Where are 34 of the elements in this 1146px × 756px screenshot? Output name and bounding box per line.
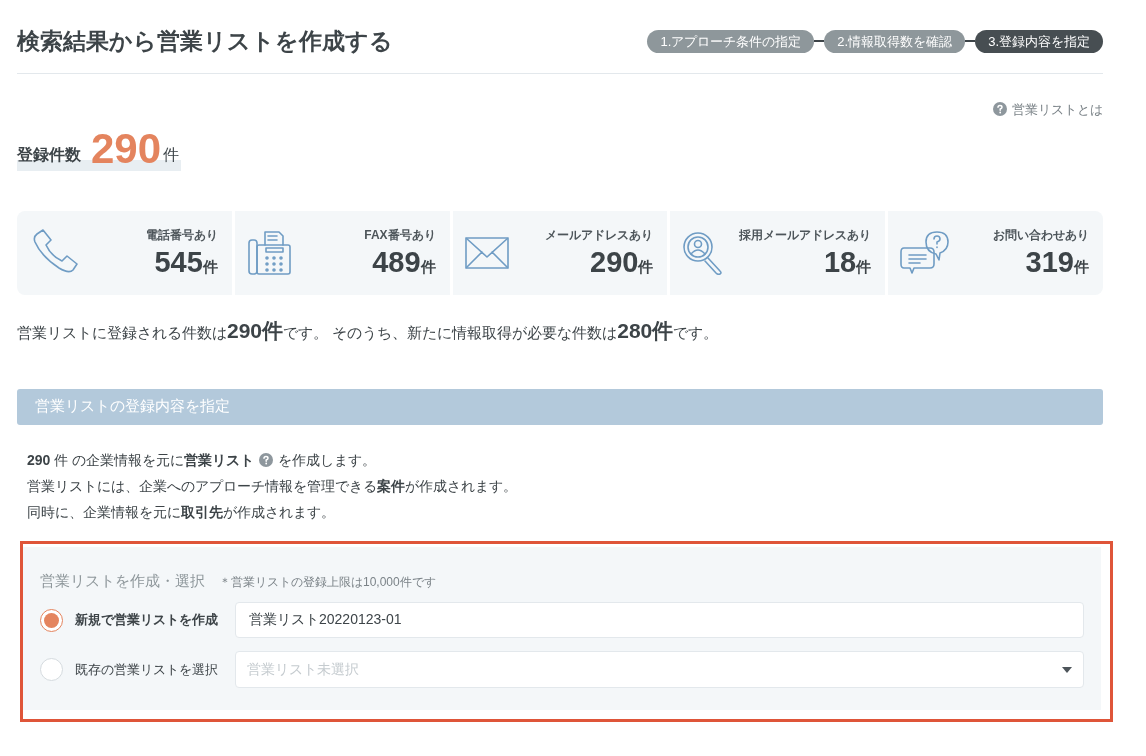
radio-button[interactable] <box>40 608 63 632</box>
stat-label: 採用メールアドレスあり <box>739 227 872 244</box>
option-label: 新規で営業リストを作成 <box>75 611 219 630</box>
caret-icon <box>1062 666 1072 673</box>
help-link[interactable]: 営業リストとは <box>993 99 1103 119</box>
list-name-field[interactable]: 営業リスト20220123-01 <box>235 602 1084 638</box>
step-pill: 2.情報取得数を確認 <box>824 29 966 53</box>
stat-label: FAX番号あり <box>364 227 436 244</box>
description-text: 営業リストには、企業へのアプローチ情報を管理できる案件が作成されます。 <box>27 476 518 496</box>
stat-label: お問い合わせあり <box>993 227 1089 244</box>
stat-value: 290件 <box>590 245 654 280</box>
stat-value: 18件 <box>823 245 872 280</box>
help-icon <box>259 452 274 467</box>
form-title: 営業リストを作成・選択 <box>40 570 205 591</box>
intro-text-end: を作成します。 <box>278 450 377 470</box>
fax-icon <box>246 230 293 276</box>
option-label: 既存の営業リストを選択 <box>75 660 219 679</box>
person-search-icon <box>682 231 725 275</box>
chat-question-icon <box>900 230 951 276</box>
section-header: 営業リストの登録内容を指定 <box>17 388 1103 425</box>
envelope-icon <box>464 237 509 269</box>
help-icon <box>993 102 1007 117</box>
stat-label: メールアドレスあり <box>545 227 654 244</box>
page-title: 検索結果から営業リストを作成する <box>17 27 393 56</box>
intro-text: 290 件 の企業情報を元に営業リスト <box>27 450 255 470</box>
step-pill: 1.アプローチ条件の指定 <box>647 29 815 53</box>
stat-value: 489件 <box>372 245 436 280</box>
stat-value: 545件 <box>154 245 218 280</box>
summary-text: 営業リストに登録される件数は290件です。 そのうち、新たに情報取得が必要な件数は280件です。 <box>17 318 720 344</box>
stat-label: 電話番号あり <box>145 227 218 244</box>
step-pill: 3.登録内容を指定 <box>975 29 1103 53</box>
description-text: 同時に、企業情報を元に取引先が作成されます。 <box>27 502 336 522</box>
stat-value: 319件 <box>1025 245 1089 280</box>
limit-note: ＊営業リストの登録上限は10,000件です <box>219 573 436 591</box>
